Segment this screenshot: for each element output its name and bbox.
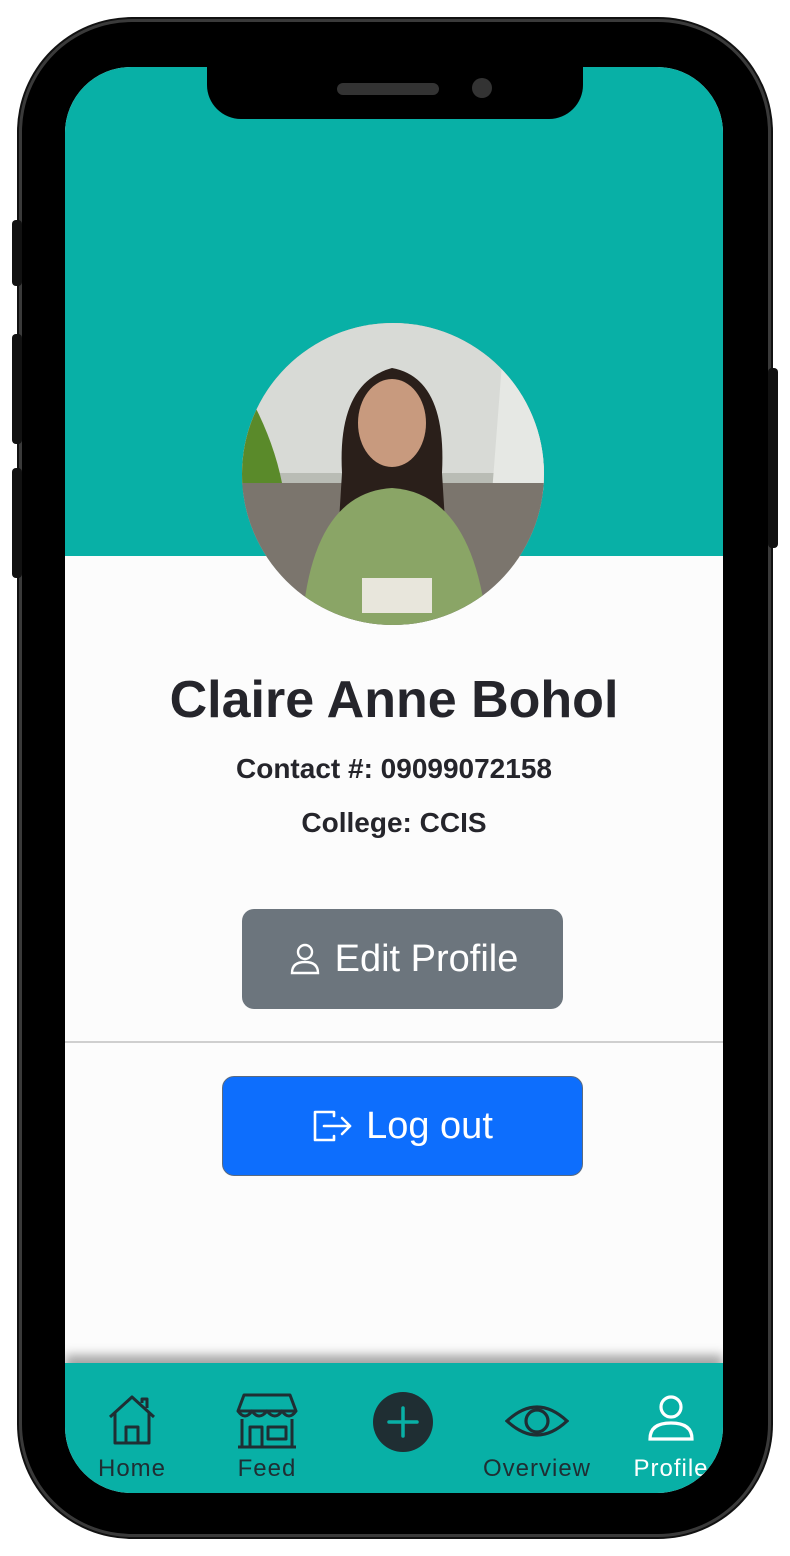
- user-icon: [646, 1393, 696, 1448]
- plus-circle-icon: [372, 1391, 434, 1458]
- nav-feed[interactable]: Feed: [201, 1363, 333, 1493]
- store-icon: [236, 1391, 298, 1456]
- speaker: [337, 83, 439, 95]
- notch: [207, 67, 583, 119]
- front-camera: [472, 78, 492, 98]
- home-icon: [104, 1391, 160, 1452]
- logout-button[interactable]: Log out: [222, 1076, 583, 1176]
- nav-profile[interactable]: Profile: [605, 1363, 723, 1493]
- eye-icon: [504, 1399, 570, 1448]
- contact-number: Contact #: 09099072158: [236, 753, 552, 784]
- nav-home-label: Home: [97, 1455, 167, 1482]
- power-button: [768, 368, 778, 548]
- nav-profile-label: Profile: [633, 1455, 709, 1482]
- volume-down-button: [12, 468, 22, 578]
- college: College: CCIS: [301, 807, 487, 838]
- logout-label: Log out: [366, 1104, 493, 1147]
- edit-profile-button[interactable]: Edit Profile: [242, 909, 563, 1009]
- bottom-nav: Home Feed Overview Profile: [65, 1363, 723, 1493]
- edit-profile-label: Edit Profile: [334, 937, 519, 980]
- user-icon: [287, 941, 323, 977]
- profile-name: Claire Anne Bohol: [169, 671, 619, 729]
- mute-switch: [12, 220, 22, 286]
- nav-overview-label: Overview: [482, 1455, 592, 1482]
- nav-overview[interactable]: Overview: [471, 1363, 603, 1493]
- app-screen: Claire Anne Bohol Contact #: 09099072158…: [65, 67, 723, 1493]
- nav-add[interactable]: [337, 1363, 469, 1493]
- nav-home[interactable]: Home: [66, 1363, 198, 1493]
- avatar: [242, 323, 544, 625]
- nav-feed-label: Feed: [237, 1455, 297, 1482]
- logout-icon: [312, 1108, 354, 1144]
- volume-up-button: [12, 334, 22, 444]
- divider: [65, 1041, 723, 1043]
